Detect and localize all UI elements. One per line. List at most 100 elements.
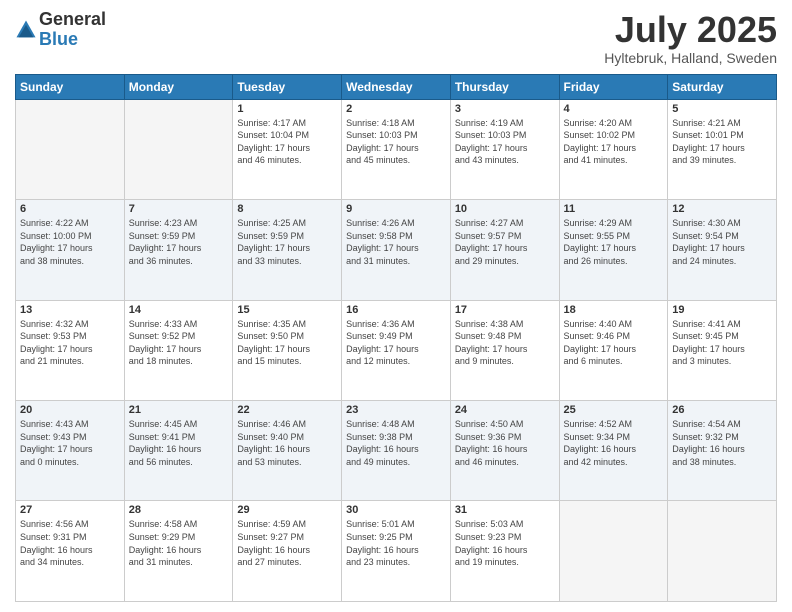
table-row: 30 Sunrise: 5:01 AM Sunset: 9:25 PM Dayli…: [342, 501, 451, 602]
day-number: 16: [346, 304, 446, 316]
day-info: Sunrise: 4:43 AM Sunset: 9:43 PM Dayligh…: [20, 418, 120, 468]
day-number: 18: [564, 304, 664, 316]
day-number: 1: [237, 103, 337, 115]
day-info: Sunrise: 4:50 AM Sunset: 9:36 PM Dayligh…: [455, 418, 555, 468]
table-row: 4Sunrise: 4:20 AM Sunset: 10:02 PM Dayli…: [559, 99, 668, 199]
day-info: Sunrise: 4:33 AM Sunset: 9:52 PM Dayligh…: [129, 318, 229, 368]
day-info: Sunrise: 4:30 AM Sunset: 9:54 PM Dayligh…: [672, 217, 772, 267]
day-number: 26: [672, 404, 772, 416]
table-row: 7 Sunrise: 4:23 AM Sunset: 9:59 PM Daylig…: [124, 200, 233, 300]
calendar-week-row: 1 Sunrise: 4:17 AM Sunset: 10:04 PM Dayli…: [16, 99, 777, 199]
day-number: 7: [129, 203, 229, 215]
day-info: Sunrise: 4:19 AM Sunset: 10:03 PM Daylig…: [455, 117, 555, 167]
calendar-week-row: 6 Sunrise: 4:22 AM Sunset: 10:00 PM Dayli…: [16, 200, 777, 300]
day-info: Sunrise: 4:32 AM Sunset: 9:53 PM Dayligh…: [20, 318, 120, 368]
day-info: Sunrise: 4:17 AM Sunset: 10:04 PM Daylig…: [237, 117, 337, 167]
day-info: Sunrise: 4:52 AM Sunset: 9:34 PM Dayligh…: [564, 418, 664, 468]
day-info: Sunrise: 4:27 AM Sunset: 9:57 PM Dayligh…: [455, 217, 555, 267]
day-info: Sunrise: 4:54 AM Sunset: 9:32 PM Dayligh…: [672, 418, 772, 468]
day-info: Sunrise: 4:56 AM Sunset: 9:31 PM Dayligh…: [20, 518, 120, 568]
day-number: 20: [20, 404, 120, 416]
table-row: 15 Sunrise: 4:35 AM Sunset: 9:50 PM Dayli…: [233, 300, 342, 400]
day-info: Sunrise: 4:40 AM Sunset: 9:46 PM Dayligh…: [564, 318, 664, 368]
day-number: 13: [20, 304, 120, 316]
day-number: 8: [237, 203, 337, 215]
table-row: 6 Sunrise: 4:22 AM Sunset: 10:00 PM Dayli…: [16, 200, 125, 300]
table-row: 31Sunrise: 5:03 AM Sunset: 9:23 PM Dayli…: [450, 501, 559, 602]
table-row: 26 Sunrise: 4:54 AM Sunset: 9:32 PM Dayli…: [668, 401, 777, 501]
day-info: Sunrise: 4:46 AM Sunset: 9:40 PM Dayligh…: [237, 418, 337, 468]
page: General Blue July 2025 Hyltebruk, Hallan…: [0, 0, 792, 612]
table-row: [124, 99, 233, 199]
table-row: 8 Sunrise: 4:25 AM Sunset: 9:59 PM Daylig…: [233, 200, 342, 300]
day-info: Sunrise: 4:22 AM Sunset: 10:00 PM Daylig…: [20, 217, 120, 267]
table-row: [559, 501, 668, 602]
table-row: 12 Sunrise: 4:30 AM Sunset: 9:54 PM Dayli…: [668, 200, 777, 300]
table-row: 27 Sunrise: 4:56 AM Sunset: 9:31 PM Dayli…: [16, 501, 125, 602]
calendar-week-row: 20 Sunrise: 4:43 AM Sunset: 9:43 PM Dayli…: [16, 401, 777, 501]
table-row: 23 Sunrise: 4:48 AM Sunset: 9:38 PM Dayli…: [342, 401, 451, 501]
day-number: 11: [564, 203, 664, 215]
day-number: 15: [237, 304, 337, 316]
col-monday: Monday: [124, 74, 233, 99]
col-wednesday: Wednesday: [342, 74, 451, 99]
day-number: 24: [455, 404, 555, 416]
day-number: 30: [346, 504, 446, 516]
header-row: Sunday Monday Tuesday Wednesday Thursday…: [16, 74, 777, 99]
table-row: 11 Sunrise: 4:29 AM Sunset: 9:55 PM Dayli…: [559, 200, 668, 300]
month-title: July 2025: [604, 10, 777, 50]
day-info: Sunrise: 4:29 AM Sunset: 9:55 PM Dayligh…: [564, 217, 664, 267]
table-row: 9 Sunrise: 4:26 AM Sunset: 9:58 PM Daylig…: [342, 200, 451, 300]
day-info: Sunrise: 4:35 AM Sunset: 9:50 PM Dayligh…: [237, 318, 337, 368]
table-row: 28 Sunrise: 4:58 AM Sunset: 9:29 PM Dayli…: [124, 501, 233, 602]
logo-icon: [15, 19, 37, 41]
day-number: 25: [564, 404, 664, 416]
logo-blue-text: Blue: [39, 30, 106, 50]
day-number: 14: [129, 304, 229, 316]
day-info: Sunrise: 4:38 AM Sunset: 9:48 PM Dayligh…: [455, 318, 555, 368]
calendar-week-row: 27 Sunrise: 4:56 AM Sunset: 9:31 PM Dayli…: [16, 501, 777, 602]
title-area: July 2025 Hyltebruk, Halland, Sweden: [604, 10, 777, 66]
day-number: 6: [20, 203, 120, 215]
day-info: Sunrise: 4:36 AM Sunset: 9:49 PM Dayligh…: [346, 318, 446, 368]
col-sunday: Sunday: [16, 74, 125, 99]
table-row: 22Sunrise: 4:46 AM Sunset: 9:40 PM Dayli…: [233, 401, 342, 501]
logo: General Blue: [15, 10, 106, 50]
col-thursday: Thursday: [450, 74, 559, 99]
day-info: Sunrise: 4:25 AM Sunset: 9:59 PM Dayligh…: [237, 217, 337, 267]
day-number: 28: [129, 504, 229, 516]
calendar-week-row: 13 Sunrise: 4:32 AM Sunset: 9:53 PM Dayli…: [16, 300, 777, 400]
day-info: Sunrise: 4:58 AM Sunset: 9:29 PM Dayligh…: [129, 518, 229, 568]
day-number: 27: [20, 504, 120, 516]
day-info: Sunrise: 4:26 AM Sunset: 9:58 PM Dayligh…: [346, 217, 446, 267]
day-info: Sunrise: 4:48 AM Sunset: 9:38 PM Dayligh…: [346, 418, 446, 468]
table-row: 19 Sunrise: 4:41 AM Sunset: 9:45 PM Dayli…: [668, 300, 777, 400]
day-info: Sunrise: 4:23 AM Sunset: 9:59 PM Dayligh…: [129, 217, 229, 267]
col-saturday: Saturday: [668, 74, 777, 99]
header: General Blue July 2025 Hyltebruk, Hallan…: [15, 10, 777, 66]
table-row: 20 Sunrise: 4:43 AM Sunset: 9:43 PM Dayli…: [16, 401, 125, 501]
table-row: [16, 99, 125, 199]
table-row: 17 Sunrise: 4:38 AM Sunset: 9:48 PM Dayli…: [450, 300, 559, 400]
day-number: 29: [237, 504, 337, 516]
calendar-table: Sunday Monday Tuesday Wednesday Thursday…: [15, 74, 777, 602]
table-row: [668, 501, 777, 602]
table-row: 29Sunrise: 4:59 AM Sunset: 9:27 PM Dayli…: [233, 501, 342, 602]
day-number: 9: [346, 203, 446, 215]
day-info: Sunrise: 4:18 AM Sunset: 10:03 PM Daylig…: [346, 117, 446, 167]
day-number: 12: [672, 203, 772, 215]
day-number: 17: [455, 304, 555, 316]
day-number: 3: [455, 103, 555, 115]
day-number: 2: [346, 103, 446, 115]
day-info: Sunrise: 5:01 AM Sunset: 9:25 PM Dayligh…: [346, 518, 446, 568]
day-number: 19: [672, 304, 772, 316]
day-number: 10: [455, 203, 555, 215]
table-row: 1 Sunrise: 4:17 AM Sunset: 10:04 PM Dayli…: [233, 99, 342, 199]
table-row: 5Sunrise: 4:21 AM Sunset: 10:01 PM Dayli…: [668, 99, 777, 199]
day-number: 23: [346, 404, 446, 416]
day-info: Sunrise: 4:41 AM Sunset: 9:45 PM Dayligh…: [672, 318, 772, 368]
table-row: 14 Sunrise: 4:33 AM Sunset: 9:52 PM Dayli…: [124, 300, 233, 400]
table-row: 24 Sunrise: 4:50 AM Sunset: 9:36 PM Dayli…: [450, 401, 559, 501]
logo-text: General Blue: [39, 10, 106, 50]
day-info: Sunrise: 4:21 AM Sunset: 10:01 PM Daylig…: [672, 117, 772, 167]
